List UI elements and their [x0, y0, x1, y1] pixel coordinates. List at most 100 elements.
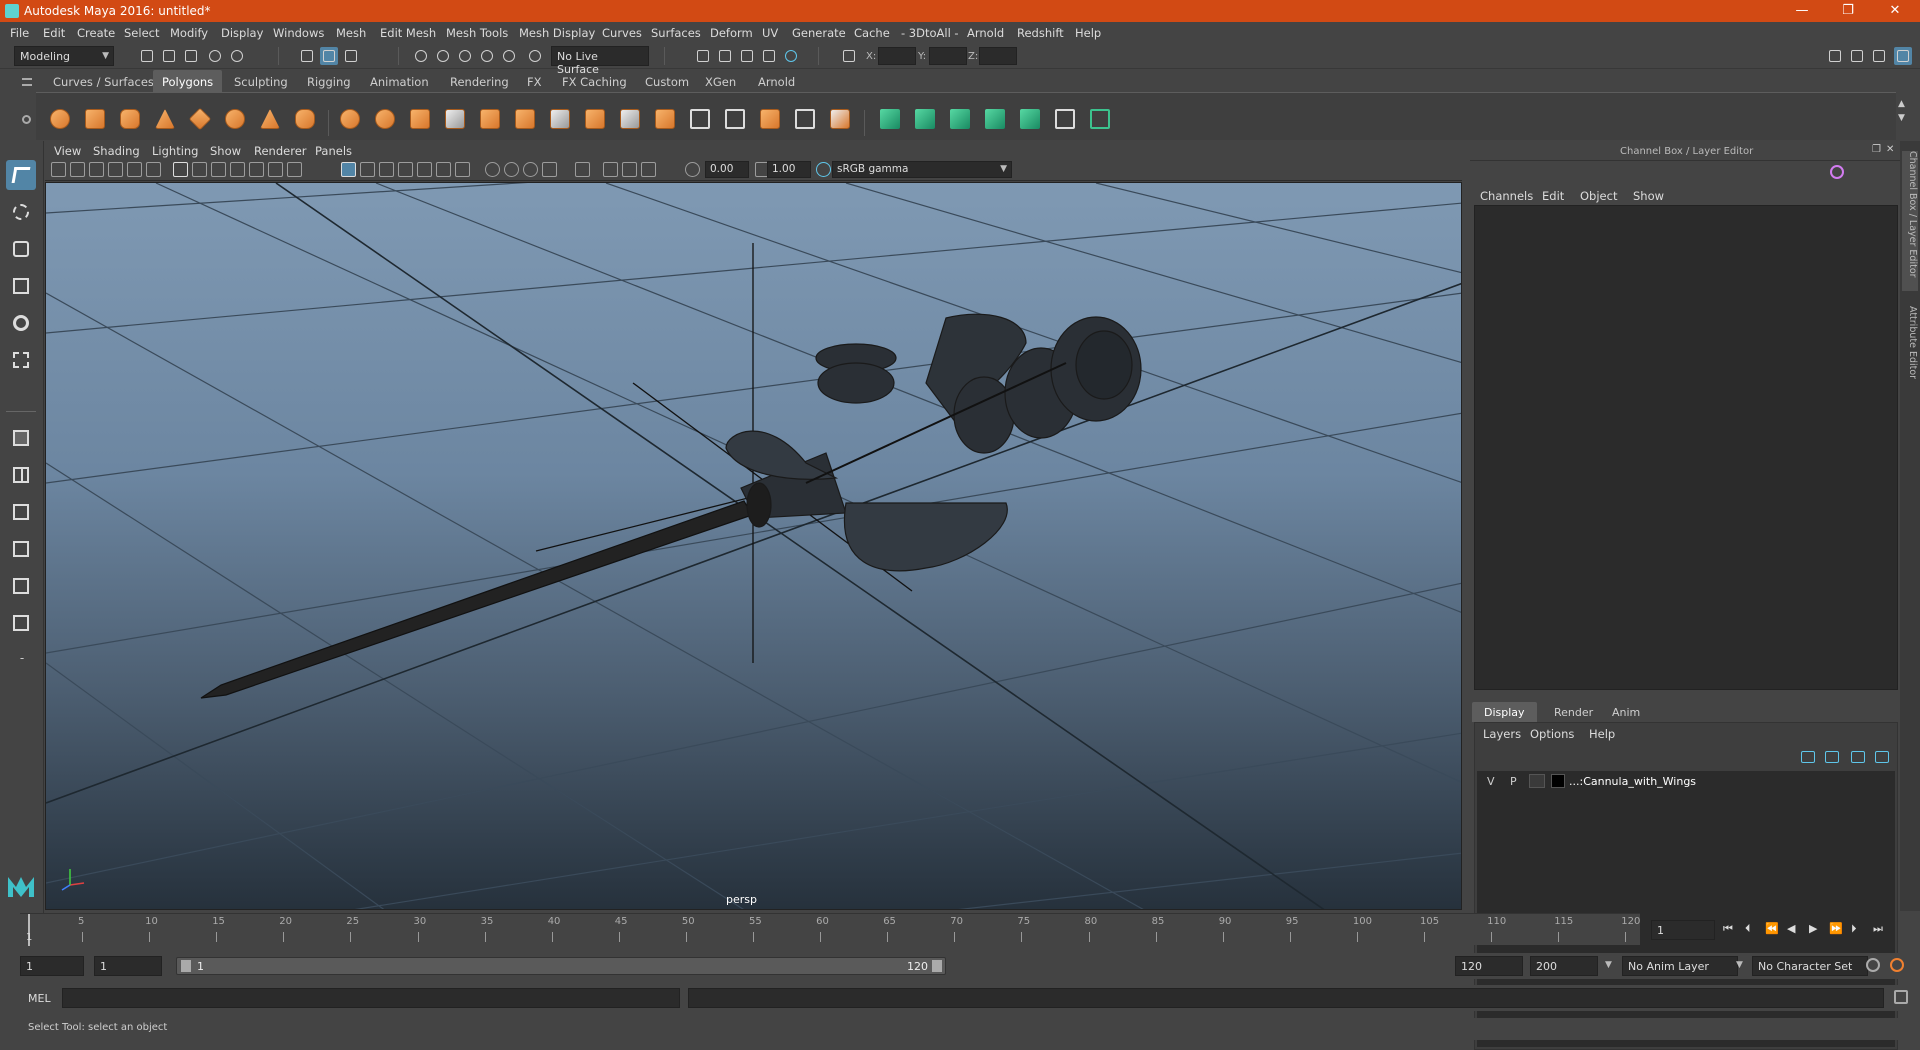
lasso-tool[interactable]	[6, 197, 36, 227]
ipr-render-icon[interactable]	[738, 47, 756, 65]
single-perspective-layout[interactable]	[6, 423, 36, 453]
viewport-menu-renderer[interactable]: Renderer	[254, 144, 307, 158]
menu-mesh-tools[interactable]: Mesh Tools	[446, 26, 508, 40]
snap-point-icon[interactable]	[456, 47, 474, 65]
shelf-tab-fx-caching[interactable]: FX Caching	[553, 70, 636, 92]
character-set-dropdown[interactable]: No Character Set	[1752, 956, 1868, 976]
snap-curve-icon[interactable]	[434, 47, 452, 65]
xray-icon[interactable]	[504, 162, 519, 177]
sidebar-toggle-icon[interactable]	[1826, 47, 1844, 65]
scale-tool[interactable]	[6, 345, 36, 375]
y-coordinate-field[interactable]	[929, 47, 967, 65]
new-layer-icon[interactable]	[1851, 751, 1865, 763]
menu-3dtoall[interactable]: - 3DtoAll -	[901, 26, 959, 40]
anim-layer-dropdown[interactable]: No Anim Layer	[1622, 956, 1738, 976]
quad-draw-icon[interactable]	[826, 105, 854, 133]
hud-icon[interactable]	[575, 162, 590, 177]
close-button[interactable]: ✕	[1872, 0, 1918, 22]
uv-automatic-icon[interactable]	[721, 105, 749, 133]
menu-file[interactable]: File	[10, 26, 29, 40]
3dtoall-convert-icon[interactable]	[1016, 105, 1044, 133]
make-live-icon[interactable]	[526, 47, 544, 65]
mirror-icon[interactable]	[756, 105, 784, 133]
color-management-icon[interactable]	[816, 162, 831, 177]
snap-live-icon[interactable]	[500, 47, 518, 65]
shadows-icon[interactable]	[417, 162, 432, 177]
gate-mask-icon[interactable]	[230, 162, 245, 177]
resolution-gate-icon[interactable]	[211, 162, 226, 177]
shelf-scroll-down-icon[interactable]: ▼	[1898, 113, 1905, 123]
poly-sphere-icon[interactable]	[46, 105, 74, 133]
layer-visibility-toggle[interactable]: V	[1487, 775, 1495, 788]
channel-box-toggle-icon[interactable]	[1894, 47, 1912, 65]
live-surface-field[interactable]: No Live Surface	[551, 46, 649, 76]
shelf-tab-sculpting[interactable]: Sculpting	[225, 70, 297, 92]
render-settings-icon[interactable]	[760, 47, 778, 65]
viewport-menu-lighting[interactable]: Lighting	[152, 144, 198, 158]
shelf-tab-rendering[interactable]: Rendering	[441, 70, 518, 92]
side-tab-channel-box[interactable]: Channel Box / Layer Editor	[1902, 151, 1918, 291]
new-scene-icon[interactable]	[138, 47, 156, 65]
render-view-icon[interactable]	[694, 47, 712, 65]
undo-icon[interactable]	[206, 47, 224, 65]
rotate-tool[interactable]	[6, 308, 36, 338]
menu-uv[interactable]: UV	[762, 26, 778, 40]
channel-box-menu-show[interactable]: Show	[1633, 189, 1664, 203]
float-panel-icon[interactable]: ❐	[1872, 144, 1881, 155]
persp-graph-layout[interactable]	[6, 534, 36, 564]
field-chart-icon[interactable]	[249, 162, 264, 177]
fit-view-icon[interactable]	[622, 162, 637, 177]
auto-key-icon[interactable]	[1866, 958, 1880, 972]
menu-display[interactable]: Display	[221, 26, 263, 40]
menu-windows[interactable]: Windows	[273, 26, 324, 40]
shelf-tab-animation[interactable]: Animation	[361, 70, 438, 92]
channel-box-area[interactable]	[1474, 205, 1898, 690]
channel-box-menu-edit[interactable]: Edit	[1542, 189, 1564, 203]
layer-display-type[interactable]	[1529, 774, 1545, 788]
viewport-menu-show[interactable]: Show	[210, 144, 241, 158]
move-layer-down-icon[interactable]	[1825, 751, 1839, 763]
playback-end-field[interactable]: 120	[1455, 956, 1523, 976]
menu-mesh[interactable]: Mesh	[336, 26, 366, 40]
go-to-start-icon[interactable]: ⏮	[1723, 922, 1733, 936]
chevron-down-icon[interactable]: ▼	[1736, 960, 1743, 970]
poly-prism-icon[interactable]	[256, 105, 284, 133]
step-back-key-icon[interactable]: ⏪	[1765, 922, 1779, 935]
lights-icon[interactable]	[398, 162, 413, 177]
xray-components-icon[interactable]	[542, 162, 557, 177]
xray-joints-icon[interactable]	[523, 162, 538, 177]
exposure-field[interactable]: 0.00	[705, 161, 749, 178]
range-end-handle[interactable]	[932, 960, 942, 972]
select-by-object-icon[interactable]	[320, 47, 338, 65]
shelf-tab-polygons[interactable]: Polygons	[153, 70, 223, 92]
close-panel-icon[interactable]: ✕	[1886, 144, 1894, 155]
pin-icon[interactable]	[1830, 165, 1844, 179]
viewport-menu-shading[interactable]: Shading	[93, 144, 140, 158]
3dtoall-materials-icon[interactable]	[981, 105, 1009, 133]
shelf-tab-arnold[interactable]: Arnold	[749, 70, 804, 92]
menu-edit-mesh[interactable]: Edit Mesh	[380, 26, 436, 40]
viewport-menu-panels[interactable]: Panels	[315, 144, 352, 158]
menu-redshift[interactable]: Redshift	[1017, 26, 1064, 40]
layer-menu-options[interactable]: Options	[1530, 727, 1574, 741]
uv-planar-icon[interactable]	[686, 105, 714, 133]
colorspace-dropdown[interactable]: sRGB gamma ▼	[832, 161, 1012, 178]
move-layer-up-icon[interactable]	[1801, 751, 1815, 763]
layer-menu-help[interactable]: Help	[1589, 727, 1615, 741]
separate-icon[interactable]	[371, 105, 399, 133]
tab-anim[interactable]: Anim	[1600, 706, 1652, 719]
ambient-occlusion-icon[interactable]	[436, 162, 451, 177]
safe-title-icon[interactable]	[287, 162, 302, 177]
wireframe-icon[interactable]	[341, 162, 356, 177]
layer-menu-layers[interactable]: Layers	[1483, 727, 1521, 741]
tool-settings-toggle-icon[interactable]	[1870, 47, 1888, 65]
shelf-scroll-up-icon[interactable]: ▲	[1898, 99, 1905, 109]
shelf-tab-curves-surfaces[interactable]: Curves / Surfaces	[44, 70, 163, 92]
layer-color-swatch[interactable]	[1551, 774, 1565, 788]
menu-cache[interactable]: Cache	[854, 26, 890, 40]
more-layouts-icon[interactable]: -	[12, 651, 32, 671]
shelf-tab-custom[interactable]: Custom	[636, 70, 698, 92]
3dtoall-import-icon[interactable]	[911, 105, 939, 133]
grid-toggle-icon[interactable]	[173, 162, 188, 177]
shelf-tab-rigging[interactable]: Rigging	[298, 70, 360, 92]
